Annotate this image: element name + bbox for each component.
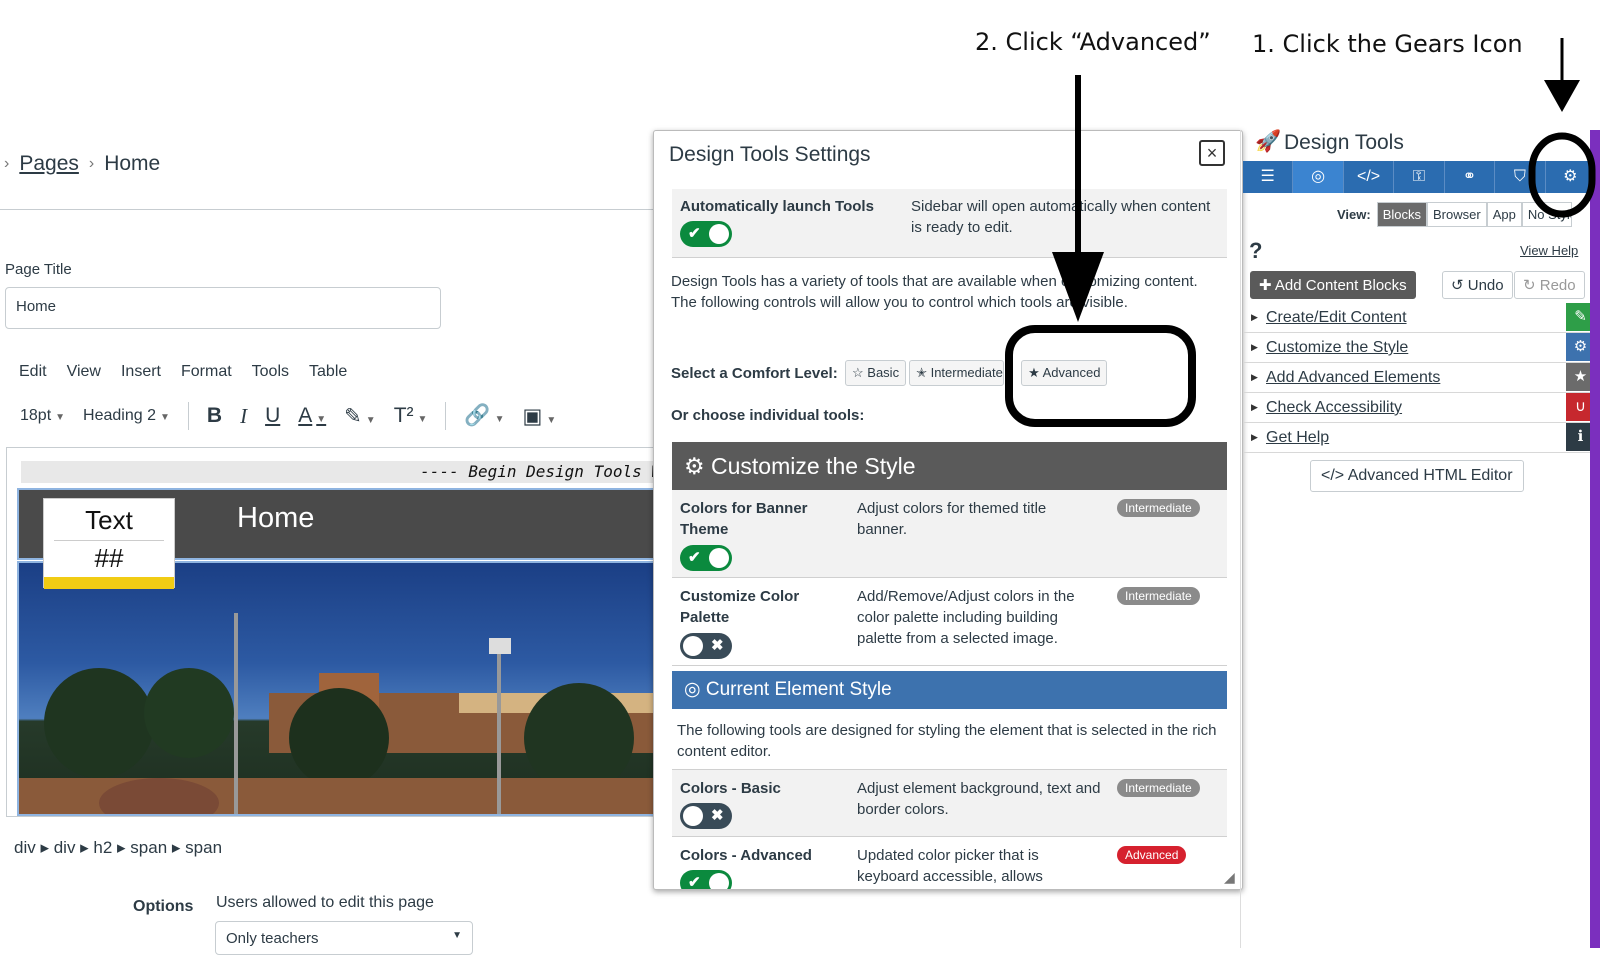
arrow-to-gears-icon xyxy=(1544,38,1580,112)
annotation-overlay xyxy=(1005,38,1596,427)
arrow-to-advanced-button xyxy=(1052,75,1104,322)
circle-around-gears-icon xyxy=(1528,132,1596,218)
box-around-advanced-button xyxy=(1005,325,1196,427)
